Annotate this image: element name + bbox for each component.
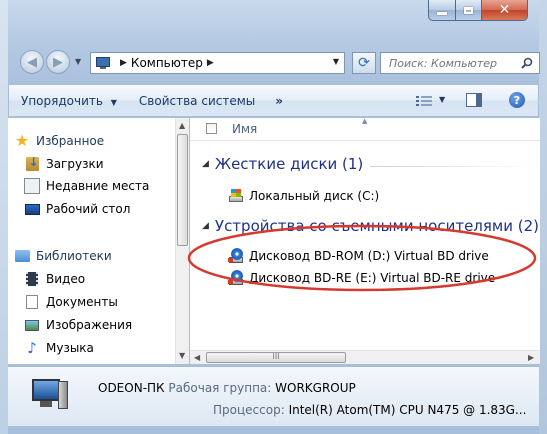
more-commands-button[interactable]: »	[275, 94, 283, 108]
collapse-arrow-icon[interactable]: ◢	[202, 159, 209, 169]
address-dropdown-icon[interactable]: ▼	[333, 57, 339, 66]
back-button[interactable]: ◀	[20, 50, 44, 74]
caption-buttons: ✕	[428, 0, 528, 22]
minimize-icon	[437, 12, 447, 15]
workgroup-label: Рабочая группа:	[168, 381, 272, 395]
sidebar-item-label: Изображения	[46, 318, 133, 332]
group-label: Жесткие диски (1)	[214, 155, 364, 173]
sidebar-item-label: Видео	[46, 272, 86, 286]
sidebar-item-label: Недавние места	[46, 179, 150, 193]
navigation-pane: ★ Избранное Загрузки Недавние места Рабо…	[8, 118, 175, 364]
refresh-icon: ⟳	[358, 55, 370, 71]
sort-ascending-icon: ▲	[362, 118, 368, 125]
sidebar-item-label: Избранное	[36, 134, 105, 148]
processor-value: Intel(R) Atom(TM) CPU N475 @ 1.83G...	[288, 403, 527, 417]
scroll-left-icon[interactable]: ◀	[194, 353, 200, 362]
star-icon: ★	[14, 131, 30, 150]
sidebar-item-label: Библиотеки	[36, 249, 112, 263]
sidebar-item-downloads[interactable]: Загрузки	[24, 154, 104, 174]
libraries-icon	[14, 250, 30, 262]
details-pane: ODEON-ПК Рабочая группа: WORKGROUP Проце…	[8, 366, 539, 426]
sidebar-item-documents[interactable]: Документы	[24, 292, 118, 312]
scrollbar-grip: III	[272, 352, 280, 361]
address-bar[interactable]: ▶ Компьютер ▶ ▼	[90, 52, 345, 74]
sidebar-item-music[interactable]: ♪ Музыка	[24, 338, 94, 358]
sidebar-item-label: Документы	[46, 295, 118, 309]
search-box[interactable]	[380, 52, 540, 74]
column-header-name[interactable]: Имя	[232, 122, 257, 136]
navigation-bar: ◀ ▶ ▼ ▶ Компьютер ▶ ▼ ⟳	[0, 42, 547, 74]
search-input[interactable]	[387, 55, 516, 71]
close-icon: ✕	[498, 2, 511, 18]
select-all-checkbox[interactable]	[206, 123, 217, 134]
view-dropdown-icon[interactable]: ▼	[439, 95, 445, 104]
sidebar-item-label: Музыка	[46, 341, 94, 355]
scroll-right-icon[interactable]: ▶	[528, 353, 534, 362]
downloads-folder-icon	[25, 155, 39, 171]
recent-places-icon	[24, 178, 40, 194]
music-library-icon: ♪	[27, 339, 37, 357]
search-icon[interactable]	[521, 57, 533, 69]
arrow-left-icon: ◀	[27, 54, 37, 70]
desktop-icon	[24, 203, 40, 215]
forward-button[interactable]: ▶	[46, 50, 70, 74]
group-header-hard-disks[interactable]: ◢ Жесткие диски (1)	[202, 155, 363, 173]
sidebar-item-libraries[interactable]: Библиотеки	[14, 246, 112, 266]
scroll-up-icon[interactable]: ▲	[179, 121, 185, 130]
computer-name: ODEON-ПК	[98, 381, 165, 395]
video-library-icon	[26, 272, 38, 286]
recent-pages-dropdown[interactable]: ▼	[75, 57, 81, 66]
breadcrumb-chevron-icon[interactable]: ▶	[207, 58, 214, 68]
arrow-right-icon: ▶	[53, 54, 63, 70]
processor-label: Процессор:	[213, 403, 285, 417]
sidebar-item-desktop[interactable]: Рабочий стол	[24, 199, 130, 219]
computer-icon	[96, 57, 112, 69]
minimize-button[interactable]	[428, 0, 456, 21]
list-item-local-disk-c[interactable]: Локальный диск (C:)	[228, 186, 379, 206]
system-properties-button[interactable]: Свойства системы	[139, 94, 255, 108]
sidebar-item-video[interactable]: Видео	[24, 269, 85, 289]
computer-name-line: ODEON-ПК Рабочая группа: WORKGROUP	[98, 381, 356, 395]
item-label: Локальный диск (C:)	[249, 189, 380, 203]
breadcrumb-chevron-icon[interactable]: ▶	[120, 58, 127, 68]
sidebar-item-label: Рабочий стол	[46, 202, 131, 216]
organize-button[interactable]: Упорядочить ▼	[21, 94, 117, 108]
file-list-horizontal-scrollbar[interactable]: ◀ III ▶	[190, 350, 540, 364]
pictures-library-icon	[25, 319, 39, 331]
refresh-button[interactable]: ⟳	[352, 52, 376, 74]
processor-line: Процессор: Intel(R) Atom(TM) CPU N475 @ …	[213, 403, 526, 417]
organize-label: Упорядочить	[21, 93, 103, 108]
sidebar-item-recent-places[interactable]: Недавние места	[24, 176, 149, 196]
explorer-window: ✕ ◀ ▶ ▼ ▶ Компьютер ▶ ▼ ⟳ Поиск: Компьют…	[0, 0, 547, 434]
sidebar-item-images[interactable]: Изображения	[24, 315, 132, 335]
annotation-ellipse	[187, 224, 537, 292]
preview-pane-icon[interactable]	[466, 93, 482, 107]
maximize-icon	[464, 6, 473, 14]
column-header-row: Имя ▲	[190, 118, 540, 141]
computer-icon	[32, 377, 70, 413]
chevron-down-icon: ▼	[110, 97, 117, 107]
documents-library-icon	[26, 295, 38, 309]
close-button[interactable]: ✕	[482, 0, 528, 21]
hard-drive-icon	[228, 188, 244, 204]
sidebar-item-label: Загрузки	[46, 157, 104, 171]
scrollbar-thumb[interactable]: III	[206, 352, 346, 363]
breadcrumb-computer[interactable]: Компьютер	[131, 56, 203, 70]
help-icon[interactable]: ?	[509, 92, 525, 108]
sidebar-item-favorites[interactable]: ★ Избранное	[14, 131, 104, 151]
workgroup-value: WORKGROUP	[275, 381, 356, 395]
scroll-down-icon[interactable]: ▼	[179, 351, 185, 360]
maximize-button[interactable]	[456, 0, 482, 21]
command-bar: Упорядочить ▼ Свойства системы » ▼ ?	[8, 84, 539, 117]
change-view-icon[interactable]	[415, 94, 433, 108]
group-divider	[370, 166, 535, 167]
